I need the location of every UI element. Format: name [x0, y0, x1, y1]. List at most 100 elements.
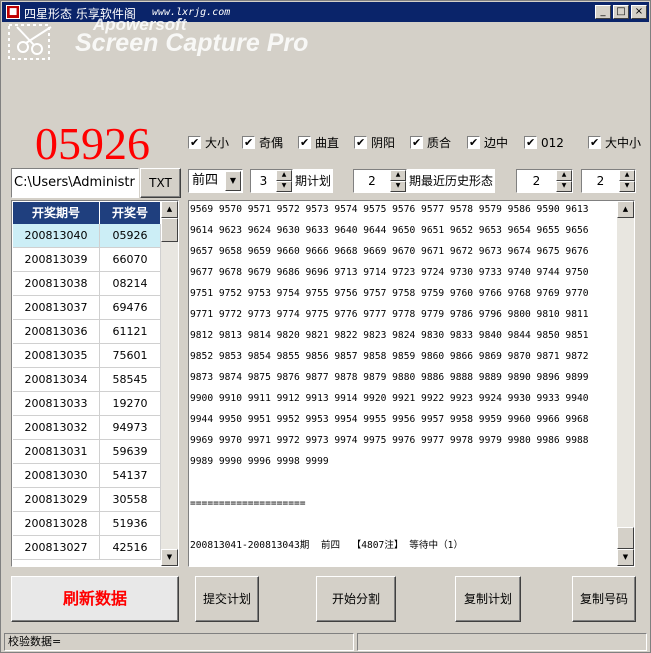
stepper-down-icon[interactable]: ▼	[390, 181, 406, 192]
table-row[interactable]: 200813040 05926	[13, 224, 161, 248]
number-cell: 08214	[100, 272, 161, 296]
table-row[interactable]: 200813027 42516	[13, 536, 161, 560]
period-cell: 200813029	[13, 488, 100, 512]
table-row[interactable]: 200813028 51936	[13, 512, 161, 536]
period-cell: 200813035	[13, 344, 100, 368]
close-button[interactable]: ×	[631, 5, 647, 19]
output-line: 9900 9910 9911 9912 9913 9914 9920 9921 …	[190, 393, 589, 404]
plan-periods-stepper[interactable]: 3 ▲ ▼	[250, 169, 293, 193]
chevron-down-icon[interactable]: ▼	[225, 171, 241, 191]
draw-results-table[interactable]: 开奖期号 开奖号 200813040 05926 200813039 66070 200…	[11, 200, 179, 567]
table-row[interactable]: 200813029 30558	[13, 488, 161, 512]
number-cell: 54137	[100, 464, 161, 488]
scroll-thumb[interactable]	[161, 218, 178, 242]
output-line: 200813041-200813043期 前四 【4807注】 等待中（1）	[190, 540, 464, 551]
output-line: 9873 9874 9875 9876 9877 9878 9879 9880 …	[190, 372, 589, 383]
minimize-button[interactable]: _	[595, 5, 611, 19]
refresh-data-button[interactable]: 刷新数据	[11, 576, 179, 622]
table-row[interactable]: 200813032 94973	[13, 416, 161, 440]
start-split-button[interactable]: 开始分割	[316, 576, 396, 622]
number-cell: 66070	[100, 248, 161, 272]
copy-plan-button[interactable]: 复制计划	[455, 576, 521, 622]
txt-button[interactable]: TXT	[140, 168, 181, 198]
maximize-button[interactable]: □	[613, 5, 629, 19]
output-line: 9852 9853 9854 9855 9856 9857 9858 9859 …	[190, 351, 589, 362]
file-path-field[interactable]: C:\Users\Administr	[11, 168, 139, 198]
plan-periods-label: 期计划	[293, 169, 334, 193]
checkbox-box[interactable]	[524, 135, 537, 151]
output-line: 9989 9990 9996 9998 9999	[190, 456, 329, 467]
filter-size-checkbox[interactable]: 大小	[188, 135, 229, 151]
spin-b-value: 2	[596, 174, 605, 188]
stepper-up-icon[interactable]: ▲	[619, 170, 635, 181]
output-scrollbar[interactable]: ▲ ▼	[617, 201, 634, 566]
output-line: ====================	[190, 498, 306, 509]
checkbox-box[interactable]	[188, 135, 201, 151]
table-header: 开奖期号 开奖号	[13, 202, 161, 224]
table-row[interactable]: 200813033 19270	[13, 392, 161, 416]
checkbox-box[interactable]	[298, 135, 311, 151]
output-line: 9614 9623 9624 9630 9633 9640 9644 9650 …	[190, 225, 589, 236]
filter-label: 质合	[427, 136, 452, 150]
period-cell: 200813037	[13, 296, 100, 320]
checkbox-box[interactable]	[467, 135, 480, 151]
output-line: 9569 9570 9571 9572 9573 9574 9575 9576 …	[190, 204, 589, 215]
scroll-down-icon[interactable]: ▼	[617, 549, 634, 566]
scroll-up-icon[interactable]: ▲	[161, 201, 178, 218]
checkbox-box[interactable]	[588, 135, 601, 151]
table-row[interactable]: 200813031 59639	[13, 440, 161, 464]
scroll-thumb[interactable]	[617, 527, 634, 549]
output-line: 9812 9813 9814 9820 9821 9822 9823 9824 …	[190, 330, 589, 341]
filter-curve-straight-checkbox[interactable]: 曲直	[298, 135, 339, 151]
stepper-down-icon[interactable]: ▼	[556, 181, 572, 192]
column-header-period: 开奖期号	[13, 202, 100, 224]
number-cell: 51936	[100, 512, 161, 536]
stepper-down-icon[interactable]: ▼	[276, 181, 292, 192]
history-periods-stepper[interactable]: 2 ▲ ▼	[353, 169, 407, 193]
table-row[interactable]: 200813034 58545	[13, 368, 161, 392]
output-line: 9969 9970 9971 9972 9973 9974 9975 9976 …	[190, 435, 589, 446]
filter-012-checkbox[interactable]: 012	[524, 135, 564, 151]
filter-odd-even-checkbox[interactable]: 奇偶	[242, 135, 283, 151]
column-header-number: 开奖号	[100, 202, 161, 224]
scroll-down-icon[interactable]: ▼	[161, 549, 178, 566]
table-row[interactable]: 200813035 75601	[13, 344, 161, 368]
scroll-up-icon[interactable]: ▲	[617, 201, 634, 218]
spin-a-stepper[interactable]: 2 ▲ ▼	[516, 169, 573, 193]
period-cell: 200813030	[13, 464, 100, 488]
stepper-up-icon[interactable]: ▲	[390, 170, 406, 181]
checkbox-box[interactable]	[410, 135, 423, 151]
stepper-down-icon[interactable]: ▼	[619, 181, 635, 192]
filter-big-mid-small-checkbox[interactable]: 大中小	[588, 135, 641, 151]
filter-yin-yang-checkbox[interactable]: 阴阳	[354, 135, 395, 151]
plan-output-textarea[interactable]: 9569 9570 9571 9572 9573 9574 9575 9576 …	[188, 200, 635, 567]
table-row[interactable]: 200813036 61121	[13, 320, 161, 344]
spin-b-stepper[interactable]: 2 ▲ ▼	[581, 169, 636, 193]
status-bar: 校验数据=	[2, 632, 649, 652]
table-row[interactable]: 200813037 69476	[13, 296, 161, 320]
output-line: 9677 9678 9679 9686 9696 9713 9714 9723 …	[190, 267, 589, 278]
checkbox-box[interactable]	[242, 135, 255, 151]
table-row[interactable]: 200813039 66070	[13, 248, 161, 272]
table-row[interactable]: 200813038 08214	[13, 272, 161, 296]
filter-label: 奇偶	[259, 136, 284, 150]
watermark-logo	[8, 24, 52, 60]
stepper-up-icon[interactable]: ▲	[276, 170, 292, 181]
submit-plan-button[interactable]: 提交计划	[195, 576, 259, 622]
table-row[interactable]: 200813030 54137	[13, 464, 161, 488]
period-cell: 200813032	[13, 416, 100, 440]
period-cell: 200813036	[13, 320, 100, 344]
copy-numbers-button[interactable]: 复制号码	[572, 576, 636, 622]
spin-a-value: 2	[532, 174, 541, 188]
number-cell: 58545	[100, 368, 161, 392]
table-scrollbar[interactable]: ▲ ▼	[161, 201, 178, 566]
history-periods-label: 期最近历史形态	[407, 169, 496, 193]
checkbox-box[interactable]	[354, 135, 367, 151]
period-cell: 200813028	[13, 512, 100, 536]
stepper-up-icon[interactable]: ▲	[556, 170, 572, 181]
filter-edge-middle-checkbox[interactable]: 边中	[467, 135, 508, 151]
filter-prime-composite-checkbox[interactable]: 质合	[410, 135, 451, 151]
position-select[interactable]: 前四 ▼	[188, 169, 243, 193]
